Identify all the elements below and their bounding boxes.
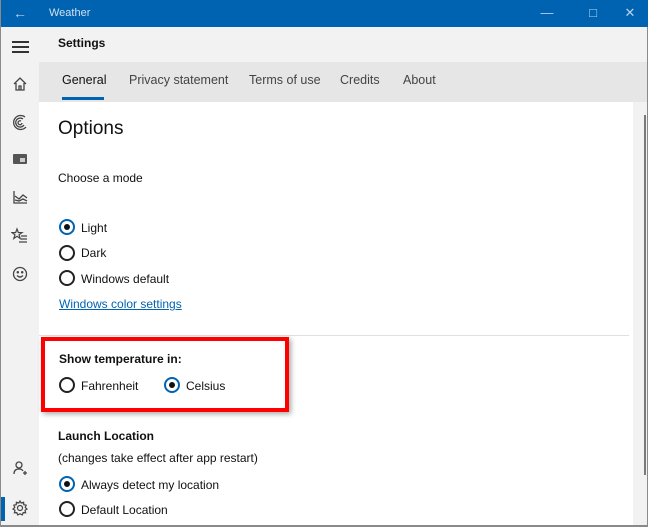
scrollbar[interactable] [644,115,646,475]
favorites-icon[interactable] [10,227,29,245]
home-icon[interactable] [11,75,29,93]
chart-icon[interactable] [11,188,29,206]
minimize-icon[interactable]: — [537,4,557,22]
radio-always-detect[interactable] [59,476,75,492]
selected-indicator [1,497,5,521]
hamburger-icon[interactable] [12,41,29,53]
add-person-icon[interactable] [11,459,29,477]
maximize-icon[interactable]: □ [583,4,603,22]
tab-strip: General Privacy statement Terms of use C… [39,62,647,102]
news-icon[interactable] [11,150,29,168]
weather-app-window: ← Weather — □ ✕ Settings General Privacy… [0,0,648,527]
tab-privacy-statement[interactable]: Privacy statement [129,73,228,87]
back-arrow-icon[interactable]: ← [13,4,29,22]
radio-light[interactable] [59,219,75,235]
gear-icon[interactable] [11,499,29,517]
radio-default-location[interactable] [59,501,75,517]
section-divider [39,335,629,336]
page-title: Settings [58,36,106,50]
options-heading: Options [58,118,124,139]
close-icon[interactable]: ✕ [620,4,640,22]
active-tab-indicator [62,97,104,100]
smiley-icon[interactable] [11,265,29,283]
app-title: Weather [49,7,91,19]
radio-dark-label[interactable]: Dark [81,246,106,260]
highlight-box [41,337,289,412]
sidebar [1,27,39,527]
radio-dark[interactable] [59,245,75,261]
radio-windows-default[interactable] [59,270,75,286]
launch-location-note: (changes take effect after app restart) [58,451,258,465]
tab-credits[interactable]: Credits [340,73,380,87]
windows-color-settings-link[interactable]: Windows color settings [59,297,182,311]
tab-about[interactable]: About [403,73,436,87]
tab-general[interactable]: General [62,73,106,87]
radio-windows-default-label[interactable]: Windows default [81,272,169,286]
radio-always-detect-label[interactable]: Always detect my location [81,478,219,492]
radar-icon[interactable] [11,113,29,131]
title-bar: ← Weather — □ ✕ [1,0,648,27]
radio-light-label[interactable]: Light [81,221,107,235]
mode-label: Choose a mode [58,171,143,185]
tab-terms-of-use[interactable]: Terms of use [249,73,321,87]
radio-default-location-label[interactable]: Default Location [81,503,168,517]
launch-location-label: Launch Location [58,429,154,443]
